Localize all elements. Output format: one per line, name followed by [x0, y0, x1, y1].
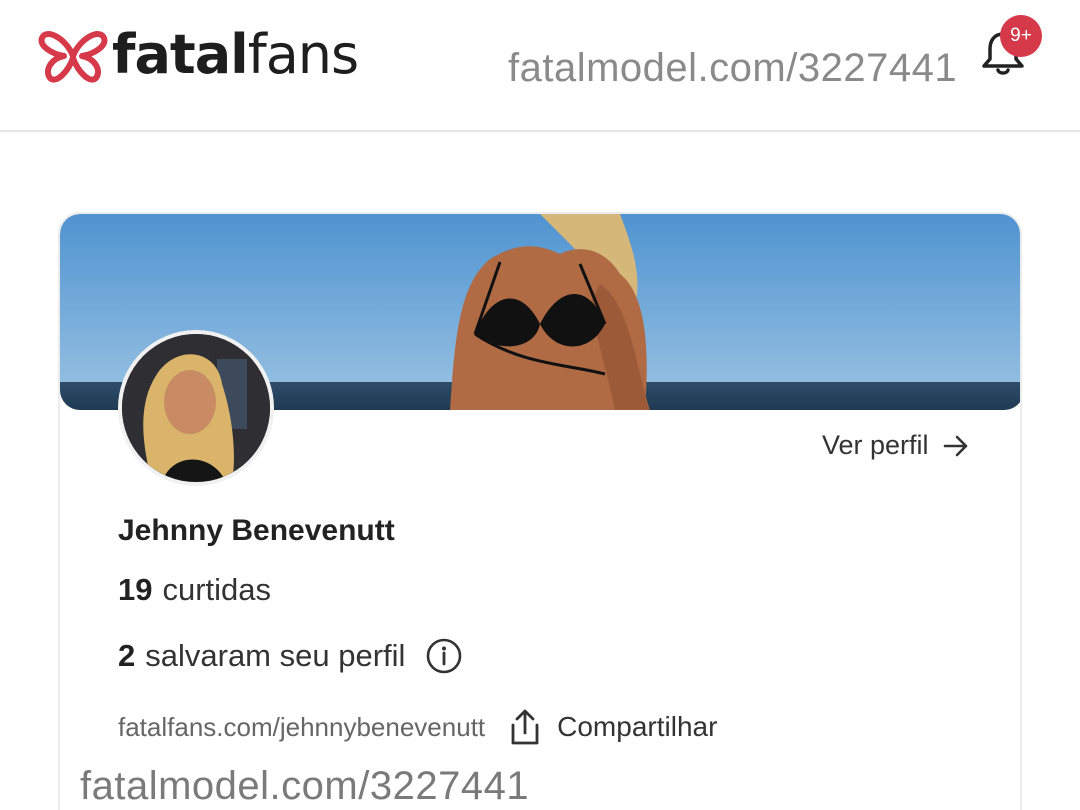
saves-label: salvaram seu perfil: [145, 638, 406, 673]
arrow-right-icon: [943, 435, 967, 456]
brand-wordmark: fatalfans: [112, 23, 359, 86]
profile-link-row: fatalfans.com/jehnnybenevenutt Compartil…: [118, 707, 717, 747]
notification-badge: 9+: [1000, 15, 1042, 57]
watermark-bottom: fatalmodel.com/3227441: [80, 764, 530, 808]
share-label: Compartilhar: [557, 711, 718, 742]
view-profile-label: Ver perfil: [822, 430, 929, 460]
view-profile-link[interactable]: Ver perfil: [822, 430, 971, 461]
saves-stat: 2 salvaram seu perfil: [118, 637, 463, 675]
brand-logo[interactable]: fatalfans: [38, 23, 359, 86]
saves-count: 2: [118, 638, 136, 673]
share-button[interactable]: Compartilhar: [507, 707, 717, 747]
info-icon[interactable]: [425, 637, 463, 675]
top-header: fatalfans fatalmodel.com/3227441 9+: [0, 0, 1080, 132]
likes-stat: 19 curtidas: [118, 572, 271, 608]
butterfly-logo-icon: [38, 31, 108, 83]
likes-count: 19: [118, 572, 153, 607]
share-icon: [511, 709, 539, 745]
likes-label: curtidas: [162, 572, 272, 607]
profile-name: Jehnny Benevenutt: [118, 514, 395, 547]
profile-url[interactable]: fatalfans.com/jehnnybenevenutt: [118, 712, 485, 743]
avatar[interactable]: [118, 330, 274, 486]
watermark-top: fatalmodel.com/3227441: [508, 46, 958, 90]
